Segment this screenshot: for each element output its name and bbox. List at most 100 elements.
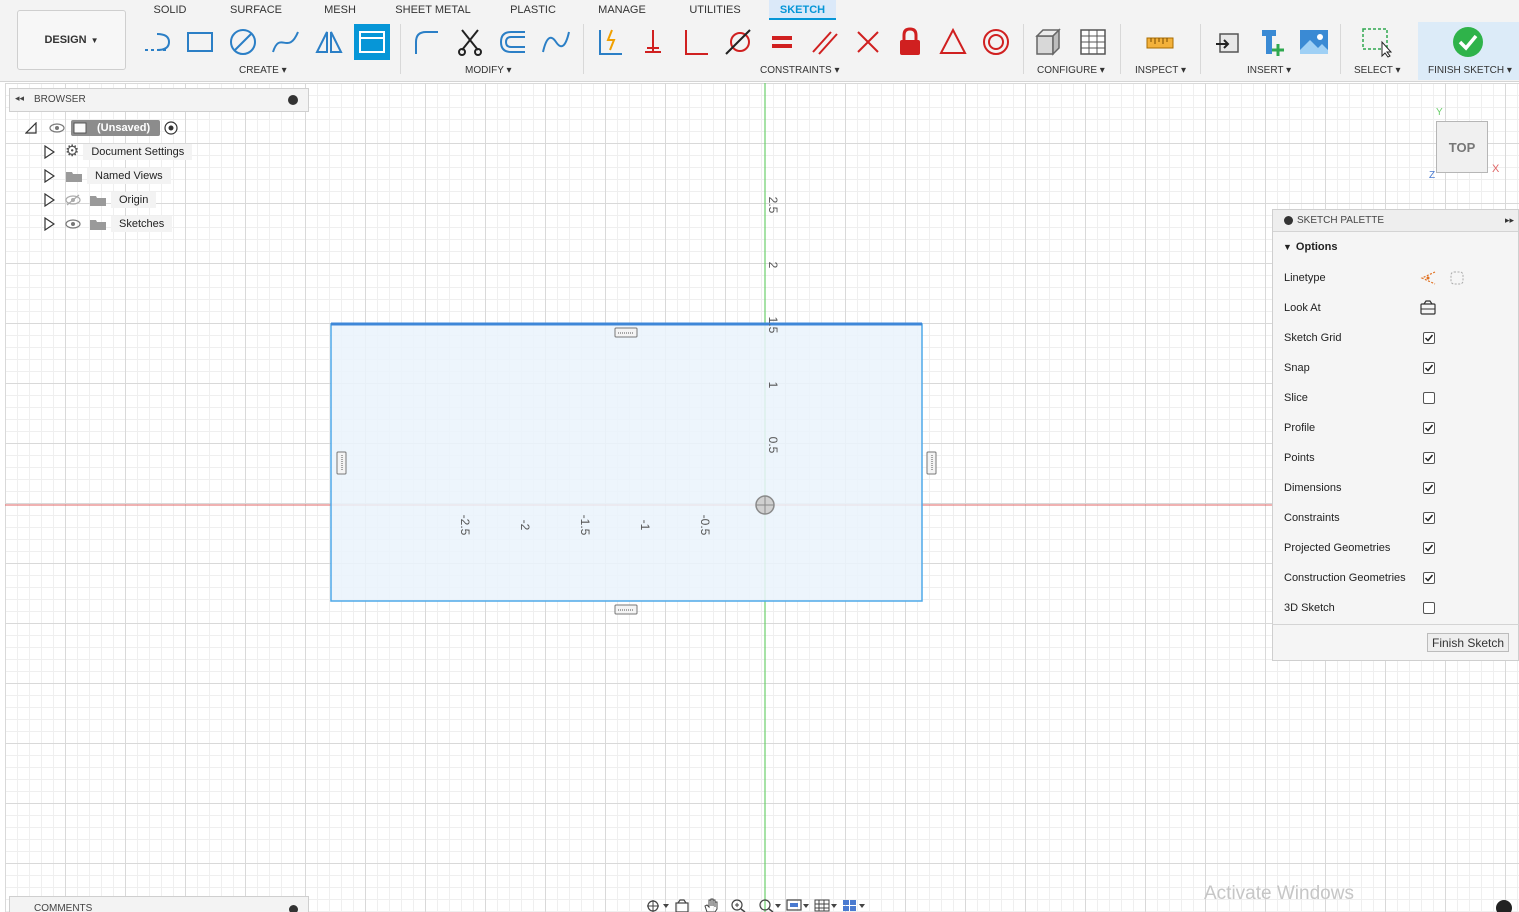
fit-zoom-icon[interactable] [757,898,783,912]
trim-scissors-icon[interactable] [452,24,488,60]
expand-right-icon[interactable]: ▸▸ [1505,215,1514,226]
create-menu[interactable]: CREATE ▾ [239,65,287,77]
collapse-left-icon[interactable]: ◂◂ [15,93,24,104]
finish-sketch-check-icon[interactable] [1450,24,1486,60]
activate-radio-icon[interactable] [164,121,178,135]
browser-item-origin[interactable]: Origin [43,191,157,209]
browser-item-named-views[interactable]: Named Views [43,167,171,185]
circle-tool-icon[interactable] [225,24,261,60]
inspect-menu[interactable]: INSPECT ▾ [1135,65,1186,77]
eye-visible-icon[interactable] [49,122,65,134]
tab-mesh[interactable]: MESH [320,0,360,20]
option-look-at: Look At [1284,300,1508,316]
orbit-icon[interactable] [645,898,671,912]
configure-box-icon[interactable] [1031,24,1067,60]
tab-solid[interactable]: SOLID [150,0,190,20]
rectangle-tool-icon[interactable] [182,24,218,60]
slice-checkbox[interactable] [1423,392,1435,404]
tree-expand-triangle-icon[interactable] [43,217,55,231]
comments-panel[interactable]: COMMENTS [9,896,309,912]
browser-item-label[interactable]: Document Settings [83,144,193,160]
zoom-icon[interactable] [729,898,755,912]
finish-sketch-menu[interactable]: FINISH SKETCH ▾ [1428,65,1512,77]
pan-hand-icon[interactable] [701,898,727,912]
tree-expand-triangle-icon[interactable] [43,145,55,159]
select-menu[interactable]: SELECT ▾ [1354,65,1401,77]
browser-item-sketches[interactable]: Sketches [43,215,173,233]
perpendicular-icon[interactable] [678,24,714,60]
panel-minimize-icon[interactable] [1284,216,1293,225]
browser-item-label[interactable]: Sketches [111,216,173,232]
fix-lock-icon[interactable] [892,24,928,60]
constraints-menu[interactable]: CONSTRAINTS ▾ [760,65,839,77]
snap-checkbox[interactable] [1423,362,1435,374]
concentric-icon[interactable] [978,24,1014,60]
fillet-tool-icon[interactable] [408,24,444,60]
x-axis-tick-label: -1 [638,520,652,531]
offset-tool-icon[interactable] [495,24,531,60]
midpoint-icon[interactable] [850,24,886,60]
construction-geometries-checkbox[interactable] [1423,572,1435,584]
browser-item-label[interactable]: Origin [111,192,157,208]
dimensions-checkbox[interactable] [1423,482,1435,494]
tangent-icon[interactable] [720,24,756,60]
workspace-switcher[interactable]: DESIGN ▼ [17,10,126,70]
equal-icon[interactable] [764,24,800,60]
tab-utilities[interactable]: UTILITIES [686,0,744,20]
sketch-grid-checkbox[interactable] [1423,332,1435,344]
symmetry-triangle-icon[interactable] [935,24,971,60]
parallel-icon[interactable] [807,24,843,60]
auto-constrain-icon[interactable] [592,24,628,60]
tree-expanded-icon[interactable] [25,122,37,134]
configure-menu[interactable]: CONFIGURE ▾ [1037,65,1105,77]
look-at-camera-icon[interactable] [1420,300,1436,319]
select-window-icon[interactable] [1358,24,1394,60]
add-comment-icon[interactable] [289,905,298,912]
constraints-checkbox[interactable] [1423,512,1435,524]
centerline-linetype-icon[interactable] [1449,270,1465,289]
profile-checkbox[interactable] [1423,422,1435,434]
insert-mcmaster-icon[interactable] [1254,24,1290,60]
tab-sheet-metal[interactable]: SHEET METAL [394,0,472,20]
tab-surface[interactable]: SURFACE [227,0,285,20]
option-points: Points [1284,450,1508,466]
conic-curve-icon[interactable] [538,24,574,60]
browser-item-label[interactable]: Named Views [87,168,171,184]
measure-ruler-icon[interactable] [1142,24,1178,60]
tab-manage[interactable]: MANAGE [594,0,650,20]
browser-root-label[interactable]: (Unsaved) [97,122,150,134]
dimension-tool-icon[interactable] [354,24,390,60]
browser-item-document-settings[interactable]: ⚙ Document Settings [43,143,193,161]
viewports-icon[interactable] [841,898,867,912]
browser-root-row[interactable]: (Unsaved) [25,119,178,137]
tab-plastic[interactable]: PLASTIC [506,0,560,20]
eye-visible-icon[interactable] [65,218,81,230]
modify-menu[interactable]: MODIFY ▾ [465,65,512,77]
viewcube[interactable]: TOP [1436,121,1488,173]
insert-menu[interactable]: INSERT ▾ [1247,65,1291,77]
mirror-tool-icon[interactable] [311,24,347,60]
insert-canvas-image-icon[interactable] [1296,24,1332,60]
spline-tool-icon[interactable] [268,24,304,60]
configure-table-icon[interactable] [1075,24,1111,60]
3d-sketch-checkbox[interactable] [1423,602,1435,614]
corner-edit-icon[interactable] [1496,900,1512,912]
coincident-icon[interactable] [635,24,671,60]
tab-sketch[interactable]: SKETCH [769,0,836,20]
finish-sketch-button[interactable]: Finish Sketch [1427,633,1509,652]
panel-minimize-icon[interactable] [288,95,298,105]
tree-expand-triangle-icon[interactable] [43,169,55,183]
points-checkbox[interactable] [1423,452,1435,464]
look-at-icon[interactable] [673,898,699,912]
projected-geometries-checkbox[interactable] [1423,542,1435,554]
line-tool-icon[interactable] [139,24,175,60]
tree-expand-triangle-icon[interactable] [43,193,55,207]
insert-derive-icon[interactable] [1210,24,1246,60]
option-label: Look At [1284,302,1321,314]
display-settings-icon[interactable] [785,898,811,912]
grid-settings-icon[interactable] [813,898,839,912]
eye-hidden-icon[interactable] [65,194,81,206]
construction-linetype-icon[interactable] [1419,270,1437,289]
browser-title: BROWSER [34,94,86,105]
options-section-header[interactable]: ▼ Options [1283,241,1337,253]
